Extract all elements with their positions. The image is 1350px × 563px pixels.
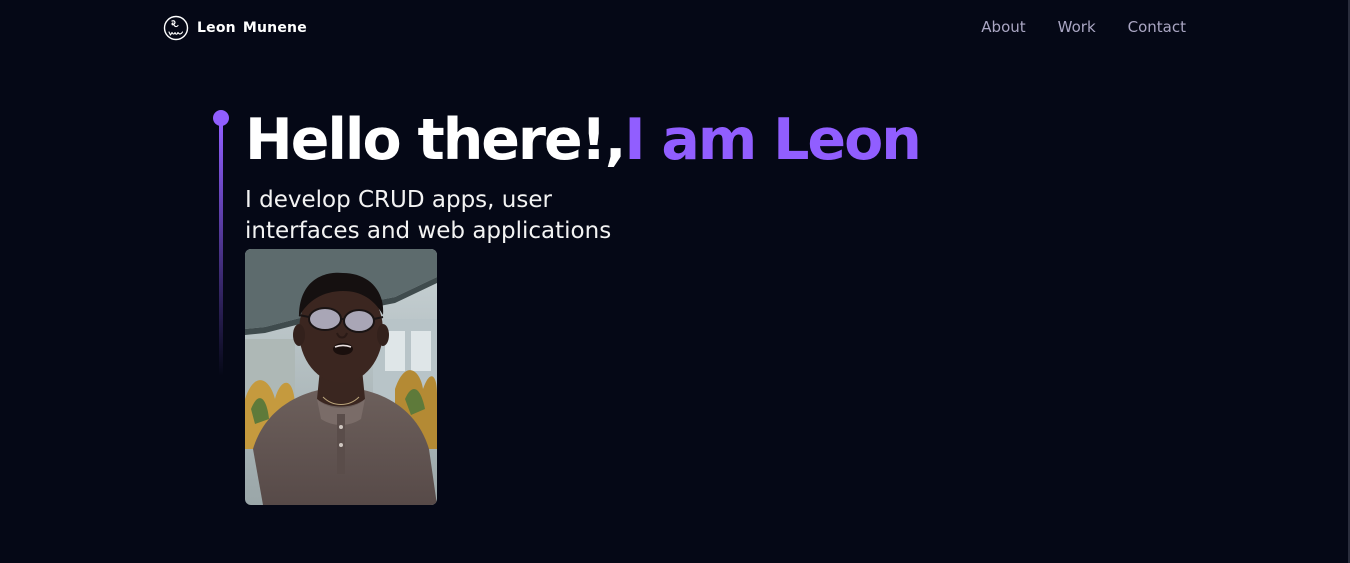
hero-greeting: Hello there!, <box>245 107 626 173</box>
hero-name: I am Leon <box>624 107 921 173</box>
hero-subtitle: I develop CRUD apps, user interfaces and … <box>245 185 675 247</box>
timeline-gradient-line <box>219 124 223 376</box>
brand-link[interactable]: Leon Munene <box>163 15 307 41</box>
nav-link-about[interactable]: About <box>981 18 1025 36</box>
hero-headline: Hello there!,I am Leon <box>245 101 922 179</box>
nav-link-contact[interactable]: Contact <box>1128 18 1186 36</box>
nav-links: About Work Contact <box>981 18 1186 36</box>
nav-link-work[interactable]: Work <box>1058 18 1096 36</box>
hero-subtitle-line-1: I develop CRUD apps, user <box>245 187 552 213</box>
profile-photo <box>245 249 437 505</box>
hero-subtitle-line-2: interfaces and web applications <box>245 218 612 244</box>
top-navbar: Leon Munene About Work Contact <box>0 0 1350 56</box>
signature-logo-icon <box>163 15 189 41</box>
brand-name: Leon Munene <box>197 20 307 36</box>
portfolio-page: Leon Munene About Work Contact Hello the… <box>0 0 1350 563</box>
